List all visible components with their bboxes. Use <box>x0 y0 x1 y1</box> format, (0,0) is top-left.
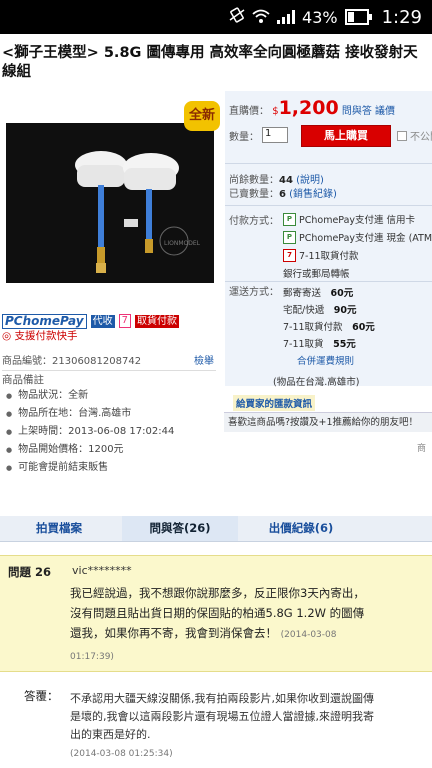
product-title: <獅子王模型> 5.8G 圖傳專用 高效率全向圓極蘑菇 接收發射天線組 <box>2 45 418 80</box>
list-item: 物品狀況：全新 <box>6 387 174 405</box>
shipping-option: 7-11取貨付款 60元 <box>283 319 375 333</box>
status-bar: 43% 1:29 <box>0 0 432 34</box>
shipping-name: 7-11取貨 <box>283 339 324 350</box>
svg-text:LIONMODEL: LIONMODEL <box>164 240 201 247</box>
remaining-help-link[interactable]: (說明) <box>296 175 324 186</box>
pchomepay-tag: 代收 <box>90 314 115 328</box>
seven-eleven-icon: 7 <box>283 248 296 262</box>
quantity-row: 數量： 1 <box>229 127 288 143</box>
new-badge: 全新 <box>184 101 220 131</box>
wifi-icon <box>252 8 270 27</box>
product-id-row: 商品編號：21306081208742 檢舉 <box>2 352 216 371</box>
remaining-value: 44 <box>279 175 293 186</box>
product-id-label: 商品編號： <box>2 356 52 367</box>
tab-seller-profile[interactable]: 拍買檔案 <box>0 516 118 541</box>
question-user: vic******** <box>72 564 132 577</box>
list-item: 可能會提前結束販售 <box>6 459 174 477</box>
remaining-label: 尚餘數量： <box>229 175 279 186</box>
product-id: 21306081208742 <box>52 356 142 367</box>
price-value: 1,200 <box>278 97 339 119</box>
purchase-panel: 直購價： $1,200 問與答 議價 數量： 1 馬上購買 不公開 尚餘數量：4… <box>225 91 432 388</box>
price-row: 直購價： $1,200 問與答 議價 <box>229 97 395 119</box>
divider <box>225 281 432 282</box>
list-item: 物品開始價格：1200元 <box>6 441 174 459</box>
pchomepay-icon: P <box>283 230 296 244</box>
payment-method: P PChomePay支付連 現金 (ATM <box>283 230 432 244</box>
battery-percent: 43% <box>302 7 338 27</box>
product-notes: 物品狀況：全新 物品所在地：台灣.高雄市 上架時間：2013-06-08 17:… <box>6 387 174 477</box>
payment-method: 銀行或郵局轉帳 <box>283 266 350 280</box>
question-text: 我已經說過，我不想跟你說那麼多，反正限你3天內寄出，沒有問題且貼出貨日期的保固貼… <box>70 583 370 667</box>
sales-record-link[interactable]: (銷售紀錄) <box>289 189 337 200</box>
answer-label: 答覆： <box>24 689 59 703</box>
answer-text: 不承認用大疆天線沒關係,我有拍兩段影片,如果你收到還說圖傳是壞的,我會以這兩段影… <box>70 690 376 763</box>
tab-qa[interactable]: 問與答(26) <box>122 516 238 541</box>
private-label: 不公開 <box>410 132 432 143</box>
quick-pay-icon: ◎ <box>2 330 12 342</box>
divider <box>0 541 432 542</box>
private-option[interactable]: 不公開 <box>397 128 432 143</box>
tab-bar: 拍買檔案 問與答(26) 出價紀錄(6) <box>0 516 432 541</box>
shipping-price: 55元 <box>333 339 356 350</box>
remittance-info-link[interactable]: 給買家的匯款資訊 <box>233 395 316 411</box>
quick-pay-link[interactable]: ◎ 支援付款快手 <box>2 328 78 343</box>
battery-icon <box>344 9 372 25</box>
list-item: 物品所在地：台灣.高雄市 <box>6 405 174 423</box>
quantity-label: 數量： <box>229 131 259 143</box>
divider <box>225 163 432 164</box>
quantity-input[interactable]: 1 <box>262 127 288 143</box>
payment-label: 付款方式： <box>229 216 279 227</box>
vibrate-icon <box>229 7 245 27</box>
private-checkbox[interactable] <box>397 130 407 141</box>
price-label: 直購價： <box>229 106 269 117</box>
sold-value: 6 <box>279 189 286 200</box>
share-bar-tail: 商 <box>416 444 426 454</box>
shipping-option: 宅配/快遞 90元 <box>283 302 356 316</box>
payment-method-label: 7-11取貨付款 <box>299 251 359 262</box>
shipping-label: 運送方式： <box>229 287 279 298</box>
buy-now-button[interactable]: 馬上購買 <box>301 125 391 147</box>
answer-time: (2014-03-08 01:25:34) <box>70 749 173 759</box>
stock-info: 尚餘數量：44 (說明) 已賣數量：6 (銷售紀錄) <box>229 174 337 202</box>
pchomepay-icon: P <box>283 212 296 226</box>
shipping-price: 60元 <box>330 288 354 299</box>
clock: 1:29 <box>381 6 422 28</box>
payment-logos: PChomePay 代收 7 取貨付款 <box>2 313 220 329</box>
answer-body: 不承認用大疆天線沒關係,我有拍兩段影片,如果你收到還說圖傳是壞的,我會以這兩段影… <box>70 692 374 741</box>
seven-eleven-logo: 7 <box>118 314 131 328</box>
shipping-option: 7-11取貨 55元 <box>283 336 356 350</box>
question-item: 問題 26 vic******** 我已經說過，我不想跟你說那麼多，反正限你3天… <box>0 555 432 672</box>
payment-method-label: 銀行或郵局轉帳 <box>283 269 350 280</box>
item-location: (物品在台灣.高雄市) <box>273 377 360 388</box>
seven-eleven-tag: 取貨付款 <box>134 314 179 328</box>
pchomepay-logo: PChomePay <box>2 313 87 329</box>
product-image[interactable]: LIONMODEL <box>6 123 214 283</box>
shipping-name: 7-11取貨付款 <box>283 322 343 333</box>
shipping-price: 60元 <box>352 322 375 333</box>
tab-bid-history[interactable]: 出價紀錄(6) <box>242 516 360 541</box>
share-bar: 喜歡這商品嗎?按讚及+1推薦給你的朋友吧！ <box>224 412 432 432</box>
payment-method-label: PChomePay支付連 信用卡 <box>299 215 416 226</box>
sold-label: 已賣數量： <box>229 189 279 200</box>
payment-method: 7 7-11取貨付款 <box>283 248 359 262</box>
list-item: 上架時間：2013-06-08 17:02:44 <box>6 423 174 441</box>
combine-shipping-link[interactable]: 合併運費規則 <box>297 353 354 367</box>
quick-pay-label: 支援付款快手 <box>14 330 78 342</box>
shipping-option: 郵寄寄送 60元 <box>283 285 353 299</box>
payment-method: P PChomePay支付連 信用卡 <box>283 212 415 226</box>
report-link[interactable]: 檢舉 <box>194 352 214 367</box>
shipping-price: 90元 <box>333 305 357 316</box>
price-policy-link[interactable]: 問與答 議價 <box>342 106 395 117</box>
signal-icon <box>277 10 296 24</box>
shipping-name: 郵寄寄送 <box>283 288 322 299</box>
payment-method-label: PChomePay支付連 現金 (ATM <box>299 233 432 244</box>
shipping-name: 宅配/快遞 <box>283 305 325 316</box>
notes-title: 商品備註 <box>2 374 44 386</box>
divider <box>225 205 432 206</box>
question-number: 問題 26 <box>8 565 52 579</box>
